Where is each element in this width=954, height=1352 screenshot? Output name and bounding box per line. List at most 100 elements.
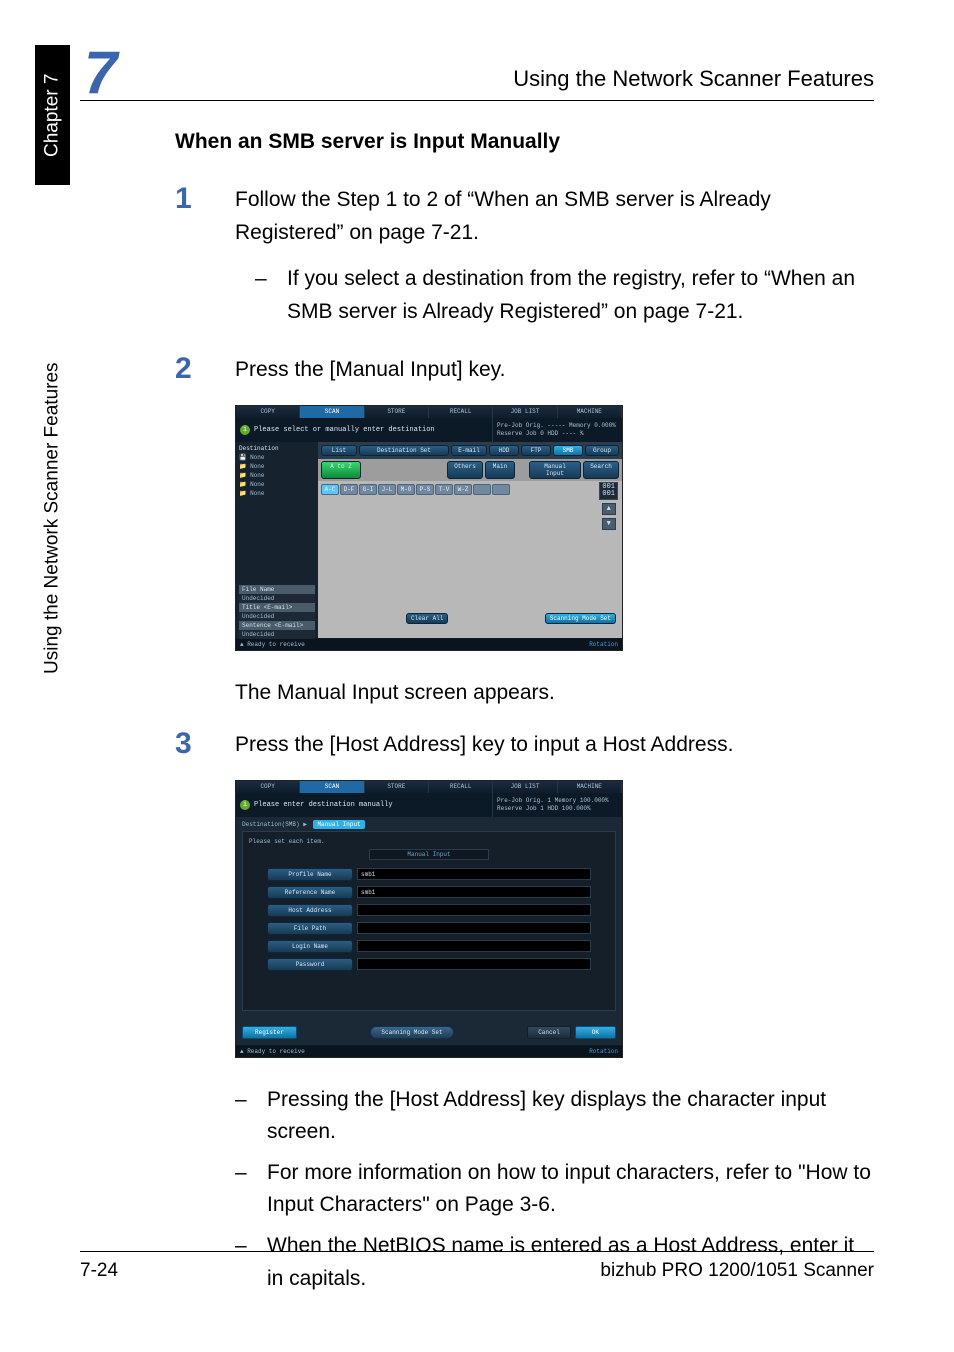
tab-joblist[interactable]: JOB LIST <box>493 406 557 418</box>
step-2-caption: The Manual Input screen appears. <box>235 677 874 710</box>
btn-file-path[interactable]: File Path <box>267 922 353 935</box>
btn-atoz[interactable]: A to Z <box>321 461 361 479</box>
file-name-label: File Name <box>239 585 315 594</box>
tab-machine[interactable]: MACHINE <box>558 781 622 793</box>
footer-rotation: Rotation <box>589 1048 618 1055</box>
tab-machine[interactable]: MACHINE <box>558 406 622 418</box>
field-reference-name[interactable]: smb1 <box>357 886 591 898</box>
btn-profile-name[interactable]: Profile Name <box>267 868 353 881</box>
status-line-2: Reserve Job 1 HDD 100.000% <box>497 805 618 812</box>
alpha-chip[interactable] <box>492 484 510 495</box>
side-destination-header: Destination <box>239 445 315 452</box>
breadcrumb-left: Destination(SMB) <box>242 821 300 828</box>
alpha-chip[interactable]: M-O <box>397 484 415 495</box>
content-area: When an SMB server is Input Manually 1 F… <box>175 130 874 1303</box>
info-message: Please enter destination manually <box>254 801 393 809</box>
step-number: 3 <box>175 729 235 762</box>
screenshot-manual-input-form: COPY SCAN STORE RECALL JOB LIST MACHINE … <box>235 780 623 1058</box>
info-icon: i <box>240 425 250 435</box>
btn-host-address[interactable]: Host Address <box>267 904 353 917</box>
form-note: Please set each item. <box>249 838 609 845</box>
tab-store[interactable]: STORE <box>365 781 429 793</box>
field-login-name[interactable] <box>357 940 591 952</box>
field-profile-name[interactable]: smb1 <box>357 868 591 880</box>
alpha-chip[interactable]: T-V <box>435 484 453 495</box>
status-line-1: Pre-Job Orig. ----- Memory 0.000% <box>497 422 618 429</box>
alpha-chip[interactable]: P-S <box>416 484 434 495</box>
sentence-email-label: Sentence <E-mail> <box>239 621 315 630</box>
btn-password[interactable]: Password <box>267 958 353 971</box>
step-number: 2 <box>175 354 235 387</box>
btn-main[interactable]: Main <box>485 461 515 479</box>
btn-destination-set[interactable]: Destination Set <box>359 445 449 456</box>
btn-manual-input[interactable]: Manual Input <box>529 461 581 479</box>
dash-icon: – <box>235 1157 267 1222</box>
field-file-path[interactable] <box>357 922 591 934</box>
side-row: None <box>250 454 264 461</box>
alpha-chip[interactable]: G-I <box>359 484 377 495</box>
breadcrumb-current: Manual Input <box>313 820 364 829</box>
step-3-bullet-1: Pressing the [Host Address] key displays… <box>267 1084 874 1149</box>
alpha-chip[interactable]: A-C <box>321 484 339 495</box>
tab-recall[interactable]: RECALL <box>429 781 493 793</box>
title-email-label: Title <E-mail> <box>239 603 315 612</box>
page-up-icon[interactable]: ▲ <box>602 503 616 515</box>
step-1-bullet-1: If you select a destination from the reg… <box>287 263 874 328</box>
tab-scan[interactable]: SCAN <box>300 406 364 418</box>
form-tab-manual-input: Manual Input <box>369 849 489 860</box>
alpha-chip[interactable]: D-F <box>340 484 358 495</box>
page-down-icon[interactable]: ▼ <box>602 518 616 530</box>
btn-reference-name[interactable]: Reference Name <box>267 886 353 899</box>
btn-smb[interactable]: SMB <box>553 445 583 456</box>
footer-status: Ready to receive <box>247 1048 305 1055</box>
status-line-2: Reserve Job 0 HDD ---- % <box>497 430 618 437</box>
btn-list[interactable]: List <box>321 445 357 456</box>
tab-scan[interactable]: SCAN <box>300 781 364 793</box>
field-password[interactable] <box>357 958 591 970</box>
alpha-chip[interactable] <box>473 484 491 495</box>
side-feature-label: Using the Network Scanner Features <box>35 200 70 680</box>
field-host-address[interactable] <box>357 904 591 916</box>
status-line-1: Pre-Job Orig. 1 Memory 100.000% <box>497 797 618 804</box>
title-email-value: Undecided <box>239 612 315 621</box>
page-number: 7-24 <box>80 1260 118 1282</box>
dash-icon: – <box>235 1084 267 1149</box>
tab-store[interactable]: STORE <box>365 406 429 418</box>
dash-icon: – <box>255 263 287 328</box>
step-number: 1 <box>175 184 235 336</box>
btn-group[interactable]: Group <box>585 445 619 456</box>
footer-rotation: Rotation <box>589 641 618 648</box>
btn-email[interactable]: E-mail <box>451 445 487 456</box>
tab-copy[interactable]: COPY <box>236 406 300 418</box>
tab-copy[interactable]: COPY <box>236 781 300 793</box>
info-message: Please select or manually enter destinat… <box>254 426 435 434</box>
btn-hdd[interactable]: HDD <box>489 445 519 456</box>
alpha-chip[interactable]: J-L <box>378 484 396 495</box>
header-title: Using the Network Scanner Features <box>117 66 874 94</box>
alpha-chip[interactable]: W-Z <box>454 484 472 495</box>
btn-search[interactable]: Search <box>583 461 619 479</box>
btn-login-name[interactable]: Login Name <box>267 940 353 953</box>
side-row: None <box>250 490 264 497</box>
tab-joblist[interactable]: JOB LIST <box>493 781 557 793</box>
side-row: None <box>250 481 264 488</box>
btn-scanning-mode-set[interactable]: Scanning Mode Set <box>370 1026 453 1039</box>
btn-others[interactable]: Others <box>447 461 483 479</box>
btn-cancel[interactable]: Cancel <box>527 1026 571 1039</box>
step-2: 2 Press the [Manual Input] key. <box>175 354 874 387</box>
btn-ftp[interactable]: FTP <box>521 445 551 456</box>
sentence-email-value: Undecided <box>239 630 315 639</box>
step-2-text: Press the [Manual Input] key. <box>235 358 505 381</box>
page-indicator: 001 001 <box>599 482 618 500</box>
info-icon: i <box>240 800 250 810</box>
page-header: 7 Using the Network Scanner Features <box>80 52 874 101</box>
btn-scanning-mode-set[interactable]: Scanning Mode Set <box>545 613 616 624</box>
file-name-value: Undecided <box>239 594 315 603</box>
tab-recall[interactable]: RECALL <box>429 406 493 418</box>
btn-clear-all[interactable]: Clear All <box>406 613 448 624</box>
btn-register[interactable]: Register <box>242 1026 297 1039</box>
chapter-tab: Chapter 7 <box>35 45 70 185</box>
btn-ok[interactable]: OK <box>575 1026 616 1039</box>
step-1: 1 Follow the Step 1 to 2 of “When an SMB… <box>175 184 874 336</box>
side-row: None <box>250 472 264 479</box>
